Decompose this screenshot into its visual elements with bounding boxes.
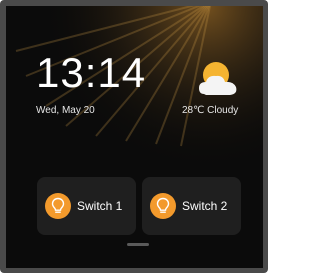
clock-date: Wed, May 20 bbox=[36, 105, 95, 116]
switch-1-button[interactable]: Switch 1 bbox=[37, 177, 136, 235]
smart-panel-device: 13:14 Wed, May 20 28℃ Cloudy Switch 1 Sw… bbox=[0, 0, 268, 273]
home-indicator-bar[interactable] bbox=[127, 243, 149, 246]
partly-cloudy-icon bbox=[199, 62, 237, 95]
panel-screen: 13:14 Wed, May 20 28℃ Cloudy Switch 1 Sw… bbox=[6, 6, 263, 268]
light-bulb-icon bbox=[45, 193, 71, 219]
clock-time: 13:14 bbox=[36, 49, 147, 96]
switch-1-label: Switch 1 bbox=[77, 199, 123, 213]
light-bulb-icon bbox=[150, 193, 176, 219]
switch-2-label: Switch 2 bbox=[182, 199, 228, 213]
weather-summary: 28℃ Cloudy bbox=[182, 105, 239, 116]
switch-2-button[interactable]: Switch 2 bbox=[142, 177, 241, 235]
